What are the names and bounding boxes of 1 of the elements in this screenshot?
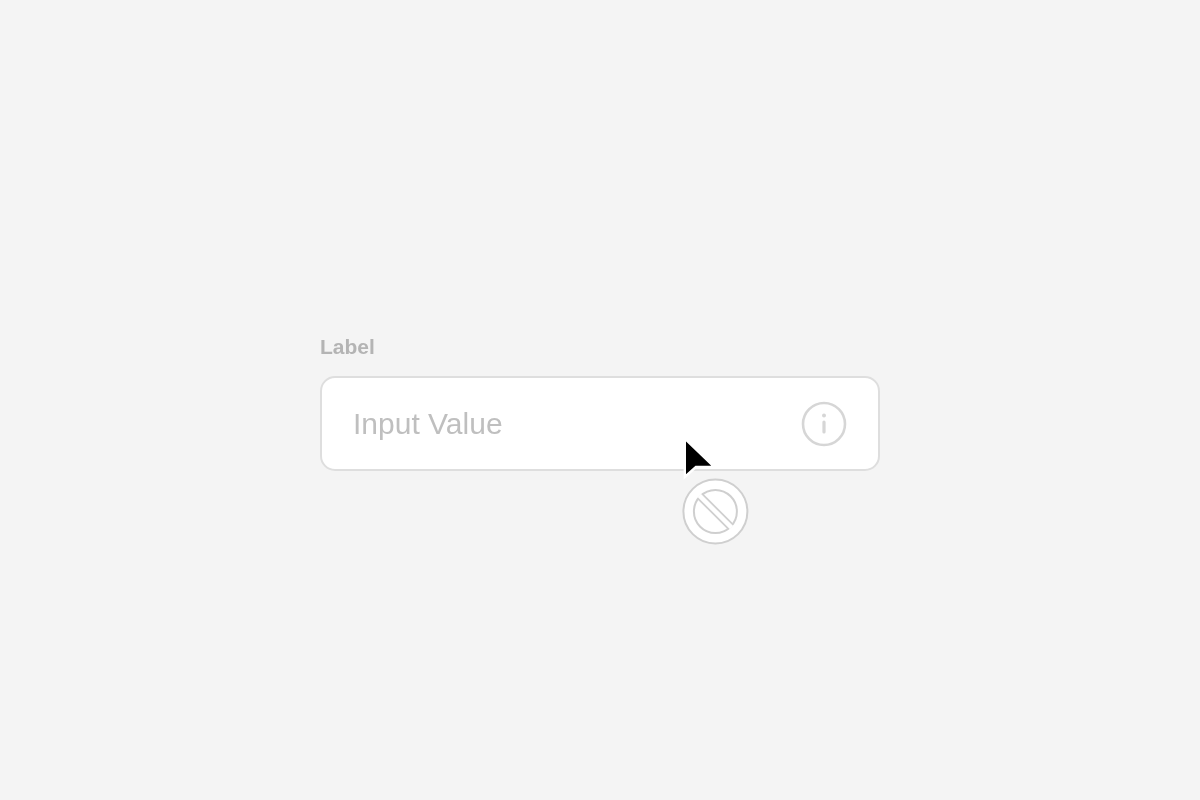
field-label: Label [320,334,375,360]
